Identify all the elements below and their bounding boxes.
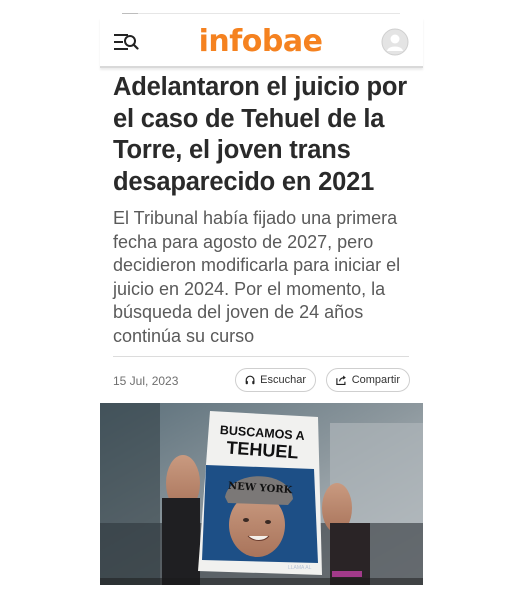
user-avatar-icon[interactable]	[381, 28, 409, 56]
article-photo[interactable]: BUSCAMOS A TEHUEL NEW YORK LLAMA AL	[100, 403, 423, 585]
sign-footer: LLAMA AL	[288, 565, 312, 571]
headphones-icon	[245, 375, 255, 385]
status-divider	[122, 13, 400, 14]
meta-divider	[113, 356, 409, 357]
status-divider-mark	[122, 13, 138, 14]
publish-date: 15 Jul, 2023	[113, 374, 179, 388]
protest-photo: BUSCAMOS A TEHUEL NEW YORK LLAMA AL	[100, 403, 423, 585]
listen-label: Escuchar	[260, 374, 306, 386]
share-label: Compartir	[351, 374, 400, 386]
share-button[interactable]: Compartir	[326, 368, 410, 392]
share-icon	[336, 375, 346, 386]
site-header: infobae	[100, 18, 423, 68]
article-title: Adelantaron el juicio por el caso de Teh…	[113, 73, 407, 196]
site-logo[interactable]: infobae	[199, 27, 323, 57]
listen-button[interactable]: Escuchar	[235, 368, 316, 392]
article-lead: El Tribunal había fijado una primera fec…	[113, 208, 401, 346]
menu-search-icon[interactable]	[112, 28, 140, 56]
